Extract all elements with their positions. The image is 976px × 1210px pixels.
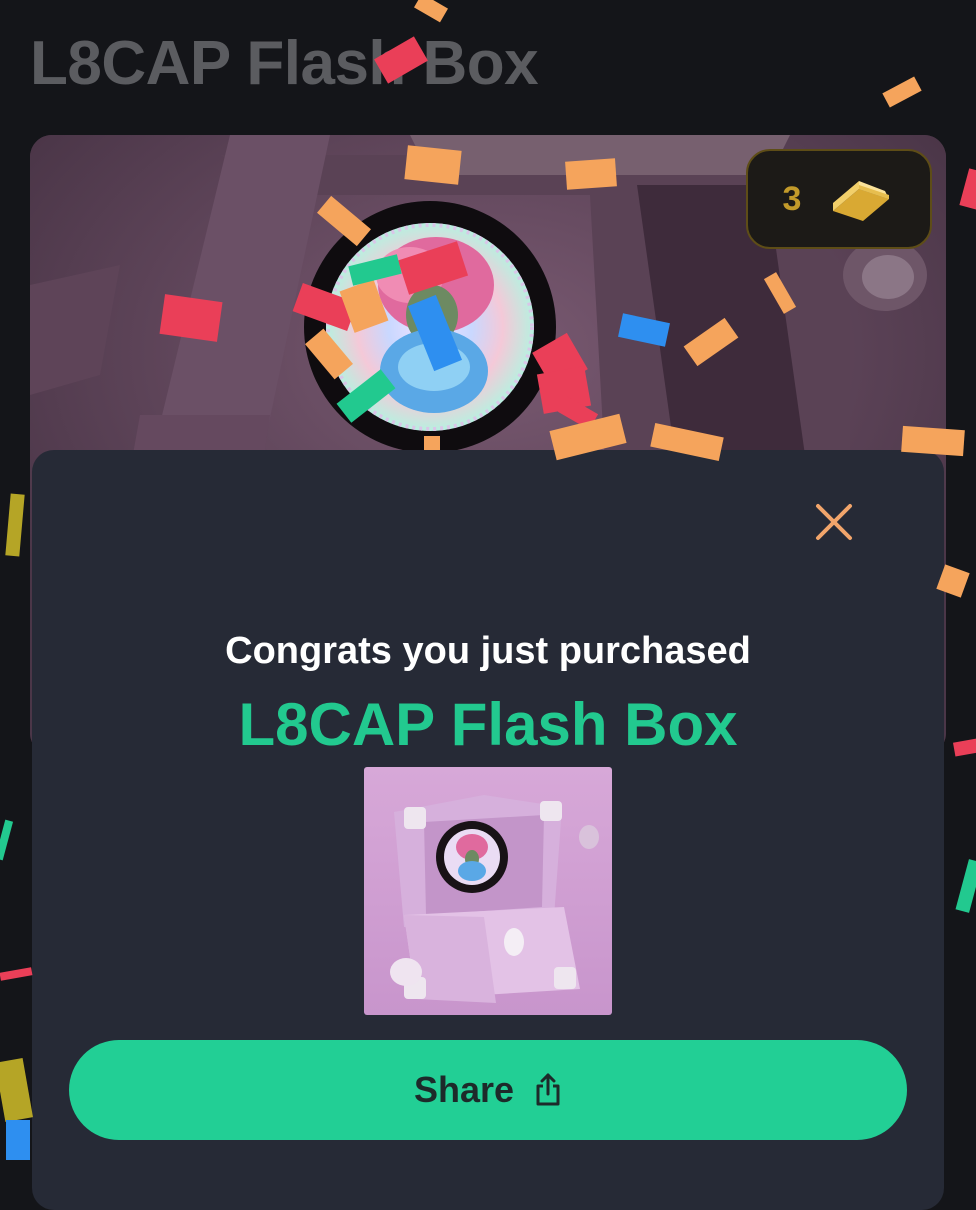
gold-bar-icon (833, 181, 890, 221)
purchase-success-modal: Congrats you just purchased L8CAP Flash … (32, 450, 944, 1210)
close-icon (816, 504, 852, 540)
congrats-message: Congrats you just purchased (225, 630, 751, 672)
product-thumbnail (364, 767, 612, 1015)
gold-count: 3 (782, 179, 802, 218)
share-icon (536, 1073, 560, 1106)
share-button[interactable]: Share (69, 1040, 907, 1140)
page-title: L8CAP Flash Box (30, 29, 539, 98)
share-label: Share (413, 1069, 515, 1110)
gold-balance-badge[interactable]: 3 (746, 149, 932, 249)
purchased-product-name: L8CAP Flash Box (238, 691, 738, 758)
close-button[interactable] (814, 502, 854, 542)
